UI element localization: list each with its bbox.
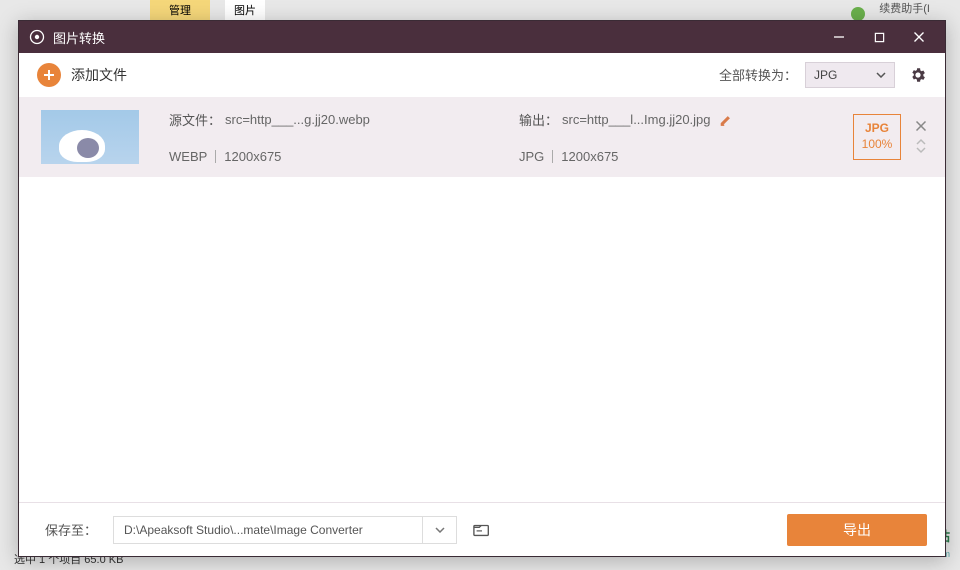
add-file-button[interactable]: 添加文件 [37, 63, 127, 87]
source-info: 源文件： src=http___...g.jj20.webp WEBP 1200… [169, 110, 519, 164]
titlebar: 图片转换 [19, 21, 945, 53]
output-info: 输出： src=http___l...Img.jj20.jpg JPG 1200… [519, 110, 779, 164]
path-dropdown-button[interactable] [423, 516, 457, 544]
titlebar-title: 图片转换 [53, 28, 819, 47]
output-dimensions: 1200x675 [561, 149, 618, 164]
format-quality-badge[interactable]: JPG 100% [853, 114, 901, 160]
toolbar: 添加文件 全部转换为： JPG [19, 53, 945, 97]
thumbnail[interactable] [41, 110, 139, 164]
bg-green-dot [851, 7, 865, 21]
badge-percent: 100% [862, 137, 893, 153]
plus-icon [37, 63, 61, 87]
save-to-label: 保存至： [45, 520, 97, 539]
file-item: 源文件： src=http___...g.jj20.webp WEBP 1200… [19, 97, 945, 181]
convert-all-label: 全部转换为： [719, 65, 797, 84]
rename-button[interactable] [719, 113, 733, 127]
format-selected-value: JPG [814, 68, 837, 82]
item-controls [915, 120, 927, 154]
source-prefix: 源文件： [169, 110, 221, 129]
settings-button[interactable] [909, 66, 927, 84]
image-converter-dialog: 图片转换 添加文件 全部转换为： JPG [18, 20, 946, 557]
bg-helper-text: 续费助手(I [879, 0, 930, 16]
minimize-button[interactable] [819, 21, 859, 53]
open-folder-button[interactable] [465, 516, 499, 544]
app-icon [29, 29, 45, 45]
output-format: JPG [519, 149, 544, 164]
export-button[interactable]: 导出 [787, 514, 927, 546]
footer: 保存至： D:\Apeaksoft Studio\...mate\Image C… [19, 502, 945, 556]
bg-tab-image: 图片 [225, 0, 265, 20]
move-up-button[interactable] [915, 138, 927, 146]
close-button[interactable] [899, 21, 939, 53]
move-down-button[interactable] [915, 146, 927, 154]
badge-format: JPG [865, 121, 889, 137]
remove-item-button[interactable] [915, 120, 927, 132]
output-format-dropdown[interactable]: JPG [805, 62, 895, 88]
save-path-display: D:\Apeaksoft Studio\...mate\Image Conver… [113, 516, 423, 544]
chevron-down-icon [876, 72, 886, 78]
add-file-label: 添加文件 [71, 65, 127, 85]
source-format: WEBP [169, 149, 207, 164]
source-dimensions: 1200x675 [224, 149, 281, 164]
file-list: 源文件： src=http___...g.jj20.webp WEBP 1200… [19, 97, 945, 502]
maximize-button[interactable] [859, 21, 899, 53]
output-prefix: 输出： [519, 110, 558, 129]
output-filename: src=http___l...Img.jj20.jpg [562, 112, 711, 127]
source-filename: src=http___...g.jj20.webp [225, 112, 370, 127]
bg-tab-manage: 管理 [150, 0, 210, 20]
